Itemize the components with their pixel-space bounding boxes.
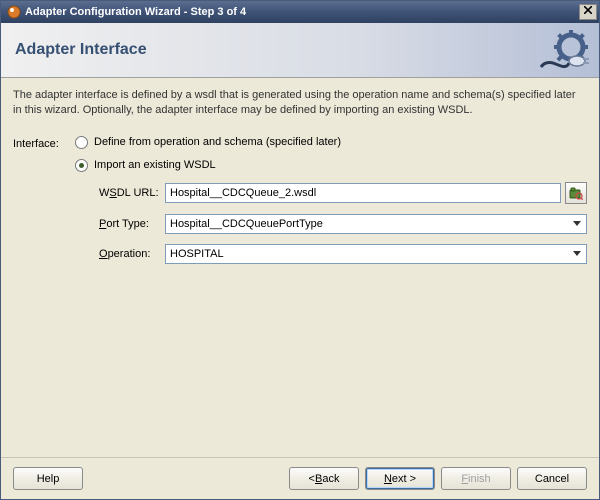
radio-input-define[interactable] [75,136,88,149]
radio-import-option[interactable]: Import an existing WSDL [75,159,587,172]
help-button[interactable]: Help [13,467,83,490]
gear-plug-icon [533,27,593,73]
port-type-label: Port Type: [99,218,165,230]
radio-input-import[interactable] [75,159,88,172]
wsdl-url-row: WSDL URL: [99,182,587,204]
port-type-value: Hospital__CDCQueuePortType [170,218,570,230]
window-title: Adapter Configuration Wizard - Step 3 of… [25,6,579,18]
wsdl-url-input[interactable] [165,183,561,203]
wizard-header: Adapter Interface [1,23,599,78]
operation-dropdown[interactable]: HOSPITAL [165,244,587,264]
browse-icon [569,186,583,200]
close-button[interactable] [579,4,597,20]
operation-label: Operation: [99,248,165,260]
operation-value: HOSPITAL [170,248,570,260]
radio-group: Define from operation and schema (specif… [75,136,587,274]
close-icon [584,6,592,14]
operation-row: Operation: HOSPITAL [99,244,587,264]
page-title: Adapter Interface [15,41,147,59]
chevron-down-icon [570,216,584,232]
radio-define-label: Define from operation and schema (specif… [94,136,341,148]
cancel-button[interactable]: Cancel [517,467,587,490]
port-type-dropdown[interactable]: Hospital__CDCQueuePortType [165,214,587,234]
finish-button: Finish [441,467,511,490]
app-icon [7,5,21,19]
content-area: The adapter interface is defined by a ws… [1,78,599,457]
titlebar: Adapter Configuration Wizard - Step 3 of… [1,1,599,23]
radio-import-label: Import an existing WSDL [94,159,216,171]
description-text: The adapter interface is defined by a ws… [13,88,587,118]
radio-define-option[interactable]: Define from operation and schema (specif… [75,136,587,149]
chevron-down-icon [570,246,584,262]
port-type-row: Port Type: Hospital__CDCQueuePortType [99,214,587,234]
back-button[interactable]: < Back [289,467,359,490]
interface-label: Interface: [13,136,69,150]
interface-row: Interface: Define from operation and sch… [13,136,587,274]
next-button[interactable]: Next > [365,467,435,490]
wsdl-url-label: WSDL URL: [99,187,165,199]
browse-wsdl-button[interactable] [565,182,587,204]
import-fields: WSDL URL: Port Type: Hospital_ [99,182,587,264]
wizard-footer: Help < Back Next > Finish Cancel [1,457,599,499]
